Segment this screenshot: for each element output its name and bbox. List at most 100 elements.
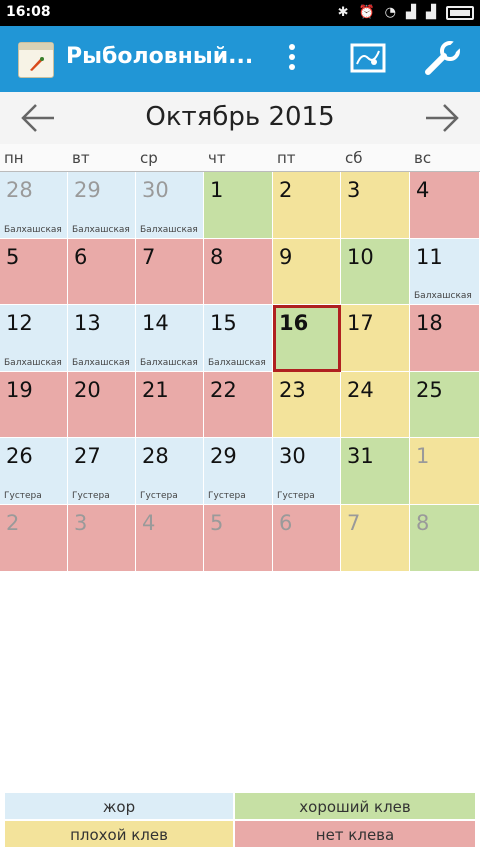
calendar-day[interactable]: 6 bbox=[273, 504, 341, 572]
calendar-day[interactable]: 30 Балхашская bbox=[136, 172, 204, 239]
day-number: 13 bbox=[74, 311, 101, 336]
wrench-icon[interactable] bbox=[422, 40, 462, 78]
calendar-day[interactable]: 20 bbox=[68, 371, 136, 439]
calendar-day[interactable]: 9 bbox=[273, 238, 341, 306]
calendar-day[interactable]: 28 Балхашская bbox=[0, 172, 68, 239]
day-fish-label: Балхашская bbox=[208, 357, 266, 368]
weekday-mon: пн bbox=[4, 149, 24, 167]
day-number: 29 bbox=[74, 178, 101, 202]
map-icon[interactable] bbox=[350, 42, 386, 74]
day-number: 26 bbox=[6, 444, 33, 469]
day-fish-label: Балхашская bbox=[414, 291, 472, 302]
day-number: 21 bbox=[142, 377, 169, 402]
day-number: 22 bbox=[210, 377, 237, 402]
calendar-day[interactable]: 25 bbox=[410, 371, 480, 439]
calendar-day[interactable]: 29 Балхашская bbox=[68, 172, 136, 239]
day-fish-label: Балхашская bbox=[4, 224, 62, 235]
day-number: 4 bbox=[142, 510, 156, 535]
calendar-day[interactable]: 1 bbox=[204, 172, 273, 239]
day-number: 24 bbox=[347, 377, 374, 402]
calendar-day[interactable]: 28 Густера bbox=[136, 438, 204, 505]
arrow-right-icon[interactable] bbox=[422, 100, 462, 136]
signal-2-icon: ▟ bbox=[426, 5, 436, 20]
calendar-day[interactable]: 7 bbox=[341, 504, 410, 572]
calendar-day[interactable]: 4 bbox=[136, 504, 204, 572]
calendar-day[interactable]: 14 Балхашская bbox=[136, 305, 204, 372]
legend-good: хороший клев bbox=[234, 792, 476, 820]
day-number: 12 bbox=[6, 311, 33, 336]
calendar-day[interactable]: 19 bbox=[0, 371, 68, 439]
day-number: 4 bbox=[416, 178, 430, 202]
calendar-day[interactable]: 30 Густера bbox=[273, 438, 341, 505]
battery-icon bbox=[446, 6, 474, 20]
calendar-day[interactable]: 2 bbox=[273, 172, 341, 239]
weekday-wed: ср bbox=[140, 149, 158, 167]
day-number: 31 bbox=[347, 444, 374, 469]
day-number: 30 bbox=[279, 444, 306, 469]
status-time: 16:08 bbox=[6, 4, 51, 20]
calendar-day[interactable]: 17 bbox=[341, 305, 410, 372]
calendar-day[interactable]: 29 Густера bbox=[204, 438, 273, 505]
day-number: 9 bbox=[279, 244, 293, 269]
day-number: 20 bbox=[74, 377, 101, 402]
month-selector: Октябрь 2015 bbox=[0, 92, 480, 144]
day-fish-label: Густера bbox=[277, 490, 315, 501]
day-fish-label: Густера bbox=[72, 490, 110, 501]
day-number: 7 bbox=[347, 510, 361, 535]
day-number: 27 bbox=[74, 444, 101, 469]
day-number: 10 bbox=[347, 244, 374, 269]
calendar-day[interactable]: 10 bbox=[341, 238, 410, 306]
calendar-day[interactable]: 22 bbox=[204, 371, 273, 439]
calendar-day[interactable]: 26 Густера bbox=[0, 438, 68, 505]
day-number: 1 bbox=[210, 178, 224, 202]
calendar-day[interactable]: 24 bbox=[341, 371, 410, 439]
day-number: 2 bbox=[279, 178, 293, 202]
calendar-day[interactable]: 11 Балхашская bbox=[410, 238, 480, 306]
legend-zhor: жор bbox=[4, 792, 234, 820]
day-fish-label: Густера bbox=[208, 490, 246, 501]
calendar-day[interactable]: 13 Балхашская bbox=[68, 305, 136, 372]
day-fish-label: Балхашская bbox=[140, 357, 198, 368]
day-fish-label: Балхашская bbox=[140, 224, 198, 235]
weekday-sun: вс bbox=[414, 149, 432, 167]
calendar-day[interactable]: 15 Балхашская bbox=[204, 305, 273, 372]
day-number: 19 bbox=[6, 377, 33, 402]
fishing-calendar-icon[interactable] bbox=[18, 42, 54, 78]
calendar-day[interactable]: 3 bbox=[341, 172, 410, 239]
calendar-day[interactable]: 3 bbox=[68, 504, 136, 572]
weekday-thu: чт bbox=[208, 149, 226, 167]
calendar-day[interactable]: 4 bbox=[410, 172, 480, 239]
calendar-day[interactable]: 5 bbox=[204, 504, 273, 572]
signal-icon: ▟ bbox=[406, 5, 416, 20]
day-number: 15 bbox=[210, 311, 237, 336]
day-number: 29 bbox=[210, 444, 237, 469]
day-number: 8 bbox=[416, 510, 430, 535]
day-number: 3 bbox=[74, 510, 88, 535]
calendar-day[interactable]: 6 bbox=[68, 238, 136, 306]
calendar-day[interactable]: 8 bbox=[410, 504, 480, 572]
calendar-day[interactable]: 18 bbox=[410, 305, 480, 372]
day-number: 11 bbox=[416, 244, 443, 269]
calendar-day-today[interactable]: 16 bbox=[273, 305, 341, 372]
legend: жор хороший клев плохой клев нет клева bbox=[4, 792, 476, 848]
calendar-day[interactable]: 8 bbox=[204, 238, 273, 306]
overflow-menu-icon[interactable] bbox=[284, 44, 300, 74]
day-number: 18 bbox=[416, 311, 443, 336]
calendar-day[interactable]: 1 bbox=[410, 438, 480, 505]
calendar-day[interactable]: 5 bbox=[0, 238, 68, 306]
day-fish-label: Балхашская bbox=[72, 224, 130, 235]
calendar-day[interactable]: 31 bbox=[341, 438, 410, 505]
day-fish-label: Балхашская bbox=[72, 357, 130, 368]
calendar-day[interactable]: 2 bbox=[0, 504, 68, 572]
calendar-day[interactable]: 12 Балхашская bbox=[0, 305, 68, 372]
calendar-day[interactable]: 7 bbox=[136, 238, 204, 306]
calendar-day[interactable]: 23 bbox=[273, 371, 341, 439]
day-number: 1 bbox=[416, 444, 430, 469]
status-bar: 16:08 ✱ ⏰ ◔ ▟ ▟ bbox=[0, 0, 480, 26]
day-number: 28 bbox=[142, 444, 169, 469]
weekday-fri: пт bbox=[277, 149, 296, 167]
calendar-day[interactable]: 27 Густера bbox=[68, 438, 136, 505]
status-icons: ✱ ⏰ ◔ ▟ ▟ bbox=[338, 5, 474, 21]
calendar-day[interactable]: 21 bbox=[136, 371, 204, 439]
day-number: 6 bbox=[74, 244, 88, 269]
